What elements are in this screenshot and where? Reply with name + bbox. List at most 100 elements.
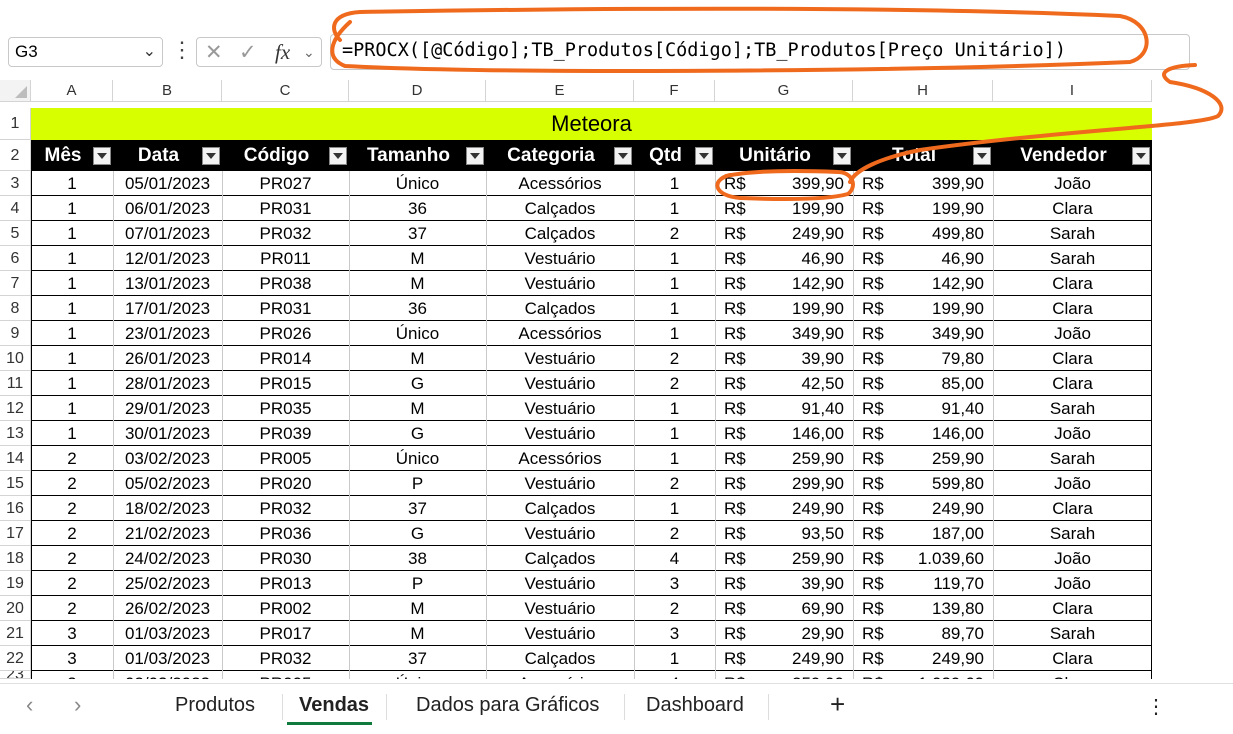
table-cell[interactable]: PR005 — [222, 446, 349, 471]
table-cell[interactable]: 3 — [31, 621, 113, 646]
table-cell[interactable]: 249,90 — [715, 221, 853, 246]
table-cell[interactable]: 1 — [634, 446, 715, 471]
table-cell[interactable]: 07/01/2023 — [113, 221, 222, 246]
table-cell[interactable]: 91,40 — [715, 396, 853, 421]
table-cell[interactable]: 01/03/2023 — [113, 621, 222, 646]
table-cell[interactable]: 93,50 — [715, 521, 853, 546]
filter-dropdown-icon[interactable] — [93, 147, 111, 165]
table-cell[interactable]: 1 — [31, 321, 113, 346]
table-cell[interactable]: 89,70 — [853, 621, 993, 646]
row-header[interactable]: 19 — [0, 571, 31, 596]
filter-dropdown-icon[interactable] — [466, 147, 484, 165]
table-cell[interactable]: Calçados — [486, 296, 634, 321]
table-cell[interactable]: M — [349, 396, 486, 421]
column-header-h[interactable]: H — [853, 80, 993, 102]
table-cell[interactable]: 259,90 — [715, 671, 853, 679]
table-cell[interactable]: PR032 — [222, 646, 349, 671]
table-cell[interactable]: 12/01/2023 — [113, 246, 222, 271]
table-cell[interactable]: 399,90 — [853, 171, 993, 196]
cancel-icon[interactable]: ✕ — [205, 40, 223, 65]
table-cell[interactable]: PR038 — [222, 271, 349, 296]
table-cell[interactable]: Calçados — [486, 496, 634, 521]
table-cell[interactable]: Acessórios — [486, 171, 634, 196]
table-cell[interactable]: 38 — [349, 546, 486, 571]
table-cell[interactable]: Sarah — [993, 221, 1152, 246]
table-cell[interactable]: 2 — [31, 596, 113, 621]
table-cell[interactable]: 146,00 — [715, 421, 853, 446]
table-cell[interactable]: 1.039,60 — [853, 671, 993, 679]
table-cell[interactable]: João — [993, 421, 1152, 446]
table-cell[interactable]: Sarah — [993, 246, 1152, 271]
row-header[interactable]: 16 — [0, 496, 31, 521]
table-cell[interactable]: 1 — [634, 321, 715, 346]
table-cell[interactable]: João — [993, 171, 1152, 196]
table-cell[interactable]: Vestuário — [486, 346, 634, 371]
table-cell[interactable]: 37 — [349, 221, 486, 246]
table-cell[interactable]: João — [993, 471, 1152, 496]
table-cell[interactable]: 1 — [31, 246, 113, 271]
column-header-f[interactable]: F — [634, 80, 715, 102]
chevron-down-icon[interactable]: ⌄ — [143, 41, 156, 61]
select-all-button[interactable] — [0, 80, 31, 102]
tab-dados-para-graficos[interactable]: Dados para Gráficos — [416, 694, 599, 717]
table-cell[interactable]: Acessórios — [486, 446, 634, 471]
column-header-b[interactable]: B — [113, 80, 222, 102]
row-header[interactable]: 12 — [0, 396, 31, 421]
table-cell[interactable]: Clara — [993, 271, 1152, 296]
table-cell[interactable]: PR031 — [222, 196, 349, 221]
table-cell[interactable]: 1 — [634, 246, 715, 271]
table-cell[interactable]: Calçados — [486, 221, 634, 246]
row-header[interactable]: 11 — [0, 371, 31, 396]
table-cell[interactable]: 1 — [634, 646, 715, 671]
table-cell[interactable]: M — [349, 346, 486, 371]
row-header[interactable]: 17 — [0, 521, 31, 546]
table-cell[interactable]: Vestuário — [486, 246, 634, 271]
table-cell[interactable]: Clara — [993, 646, 1152, 671]
table-cell[interactable]: PR011 — [222, 246, 349, 271]
table-cell[interactable]: G — [349, 371, 486, 396]
name-box[interactable]: G3 ⌄ — [8, 37, 163, 67]
table-cell[interactable]: 349,90 — [853, 321, 993, 346]
table-cell[interactable]: PR035 — [222, 396, 349, 421]
table-cell[interactable]: 25/02/2023 — [113, 571, 222, 596]
table-cell[interactable]: PR030 — [222, 546, 349, 571]
table-cell[interactable]: 13/01/2023 — [113, 271, 222, 296]
table-cell[interactable]: 2 — [634, 471, 715, 496]
table-cell[interactable]: 1 — [31, 171, 113, 196]
table-cell[interactable]: 26/01/2023 — [113, 346, 222, 371]
table-cell[interactable]: 4 — [634, 671, 715, 679]
table-cell[interactable]: M — [349, 246, 486, 271]
row-header[interactable]: 3 — [0, 171, 31, 196]
table-cell[interactable]: 1 — [31, 371, 113, 396]
table-cell[interactable]: PR027 — [222, 171, 349, 196]
table-cell[interactable]: 142,90 — [853, 271, 993, 296]
table-cell[interactable]: João — [993, 546, 1152, 571]
table-cell[interactable]: Clara — [993, 196, 1152, 221]
filter-dropdown-icon[interactable] — [1132, 147, 1150, 165]
filter-dropdown-icon[interactable] — [329, 147, 347, 165]
column-header-c[interactable]: C — [222, 80, 349, 102]
more-options-icon[interactable]: ⋮ — [171, 38, 193, 62]
table-cell[interactable]: 199,90 — [715, 296, 853, 321]
table-cell[interactable]: Sarah — [993, 396, 1152, 421]
tab-vendas[interactable]: Vendas — [299, 694, 369, 717]
table-cell[interactable]: 299,90 — [715, 471, 853, 496]
table-cell[interactable]: Calçados — [486, 646, 634, 671]
table-cell[interactable]: 2 — [634, 221, 715, 246]
table-cell[interactable]: 37 — [349, 496, 486, 521]
row-header[interactable]: 5 — [0, 221, 31, 246]
table-cell[interactable]: 1 — [31, 196, 113, 221]
table-cell[interactable]: 03/02/2023 — [113, 446, 222, 471]
table-cell[interactable]: João — [993, 571, 1152, 596]
table-cell[interactable]: M — [349, 596, 486, 621]
tab-produtos[interactable]: Produtos — [175, 694, 255, 717]
table-cell[interactable]: 3 — [634, 621, 715, 646]
table-cell[interactable]: 2 — [31, 471, 113, 496]
table-cell[interactable]: Clara — [993, 371, 1152, 396]
table-cell[interactable]: PR032 — [222, 496, 349, 521]
table-cell[interactable]: 36 — [349, 296, 486, 321]
table-cell[interactable]: 1 — [634, 271, 715, 296]
table-cell[interactable]: 259,90 — [853, 446, 993, 471]
table-cell[interactable]: 46,90 — [715, 246, 853, 271]
table-cell[interactable]: 37 — [349, 646, 486, 671]
